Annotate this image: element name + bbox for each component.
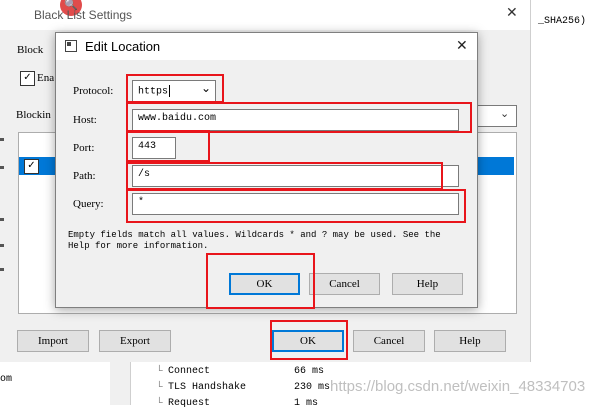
path-input[interactable]: /s (132, 165, 459, 187)
right-edge-text: _SHA256) (538, 16, 587, 27)
help-button[interactable]: Help (392, 273, 463, 295)
enable-checkbox[interactable]: ✓ (20, 71, 35, 86)
port-label: Port: (73, 142, 95, 154)
host-input[interactable]: www.baidu.com (132, 109, 459, 131)
port-input[interactable]: 443 (132, 137, 176, 159)
dialog-title: Edit Location (85, 39, 161, 54)
watermark: https://blog.csdn.net/weixin_48334703 (330, 378, 586, 395)
block-label: Block (17, 44, 44, 56)
close-icon[interactable]: ✕ (506, 5, 518, 21)
settings-icon (65, 40, 77, 52)
bg-help-button[interactable]: Help (434, 330, 506, 352)
cancel-button[interactable]: Cancel (309, 273, 380, 295)
export-button[interactable]: Export (99, 330, 171, 352)
query-label: Query: (73, 198, 104, 210)
timing-value: 230 ms (294, 382, 331, 393)
edit-location-dialog: Edit Location ✕ Protocol: https ⌄ Host: … (55, 32, 478, 308)
enable-label: Ena (37, 72, 55, 84)
left-edge-fragment (0, 166, 4, 169)
background-window-title: Black List Settings (34, 8, 133, 22)
blocking-dropdown[interactable] (472, 105, 517, 127)
host-label: Host: (73, 114, 97, 126)
left-edge-fragment (0, 244, 4, 247)
timing-value: 66 ms (294, 366, 325, 377)
timing-label: TLS Handshake (168, 382, 247, 393)
timing-value: 1 ms (294, 398, 319, 409)
row-checkbox[interactable]: ✓ (24, 159, 39, 174)
chevron-down-icon: ⌄ (201, 81, 212, 95)
ok-button[interactable]: OK (229, 273, 300, 295)
left-edge-fragment (0, 218, 4, 221)
left-edge-fragment (0, 138, 4, 141)
timing-label: Connect (168, 366, 211, 377)
close-icon[interactable]: ✕ (456, 38, 468, 54)
protocol-label: Protocol: (73, 85, 114, 97)
left-edge-fragment (0, 268, 4, 271)
protocol-value: https (138, 86, 169, 98)
left-bottom-text: om (0, 374, 13, 385)
blocking-label: Blockin (16, 109, 51, 121)
path-label: Path: (73, 170, 96, 182)
bg-ok-button[interactable]: OK (272, 330, 344, 352)
query-input[interactable]: * (132, 193, 459, 215)
bg-cancel-button[interactable]: Cancel (353, 330, 425, 352)
timing-label: Request (168, 398, 211, 409)
import-button[interactable]: Import (17, 330, 89, 352)
help-text: Empty fields match all values. Wildcards… (68, 230, 441, 251)
chevron-down-icon: ⌄ (500, 107, 510, 120)
